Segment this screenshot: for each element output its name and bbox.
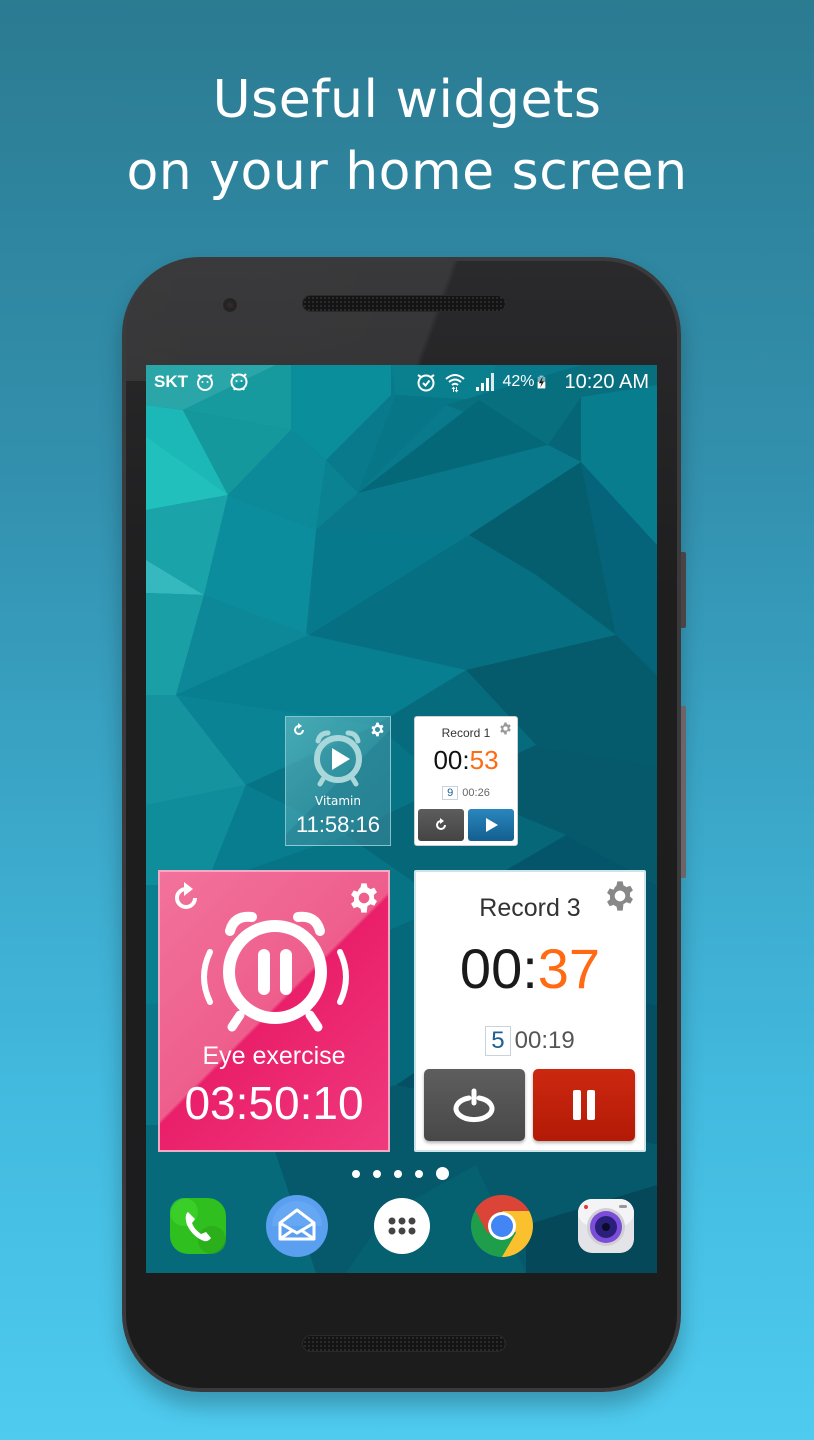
- status-bar: SKT 42% 10:20 AM: [146, 365, 657, 399]
- record3-pause-button[interactable]: [533, 1069, 635, 1141]
- record1-time: 00:53: [415, 745, 517, 776]
- play-icon: [486, 818, 498, 832]
- settings-icon[interactable]: [604, 880, 636, 912]
- signal-icon: [476, 373, 495, 391]
- dock-apps-drawer[interactable]: [371, 1195, 433, 1257]
- apps-grid-icon: [374, 1198, 430, 1254]
- headline-line-2: on your home screen: [126, 142, 688, 202]
- earpiece-speaker: [302, 295, 506, 312]
- record1-time-main: 00:: [433, 745, 470, 775]
- alarm-play-icon[interactable]: [308, 727, 368, 787]
- record3-lap-count: 5: [485, 1026, 511, 1056]
- status-clock: 10:20 AM: [564, 370, 649, 393]
- record3-lap-time: 00:19: [514, 1027, 575, 1054]
- record1-stopwatch-widget[interactable]: Record 1 00:53 9 00:26: [414, 716, 518, 846]
- record3-time-seconds: 37: [537, 937, 601, 1000]
- alarm-pause-icon[interactable]: [190, 907, 360, 1037]
- page-dot[interactable]: [352, 1169, 360, 1178]
- lap-reset-icon: [453, 1088, 495, 1123]
- alarm-clock-face-icon: [230, 373, 248, 391]
- power-button[interactable]: [681, 552, 686, 628]
- record3-time: 00:37: [416, 936, 644, 1001]
- settings-icon[interactable]: [499, 722, 512, 735]
- vitamin-timer-widget[interactable]: Vitamin 11:58:16: [285, 716, 391, 846]
- bottom-speaker: [302, 1335, 506, 1352]
- page-dot[interactable]: [394, 1169, 402, 1178]
- eye-exercise-timer-widget[interactable]: Eye exercise 03:50:10: [158, 870, 390, 1152]
- pause-icon: [573, 1090, 595, 1120]
- dock-phone-app[interactable]: [166, 1195, 228, 1257]
- dock-chrome-app[interactable]: [471, 1194, 533, 1257]
- eye-exercise-label: Eye exercise: [202, 1042, 346, 1070]
- record3-lap: 5 00:19: [416, 1026, 644, 1056]
- battery-percent: 42%: [502, 373, 535, 390]
- page-dot[interactable]: [415, 1169, 423, 1178]
- record1-reset-button[interactable]: [418, 809, 464, 841]
- page-dot[interactable]: [373, 1169, 381, 1178]
- record1-time-seconds: 53: [469, 745, 499, 775]
- headline: Useful widgets on your home screen: [0, 64, 814, 208]
- dock-camera-app[interactable]: [575, 1195, 637, 1257]
- camera-icon: [578, 1199, 634, 1253]
- record3-lap-reset-button[interactable]: [424, 1069, 525, 1141]
- app-dock: [146, 1194, 657, 1261]
- front-camera: [222, 297, 238, 313]
- page-dot-active[interactable]: [436, 1167, 449, 1180]
- vitamin-label: Vitamin: [315, 794, 361, 808]
- dock-email-app[interactable]: [266, 1195, 328, 1257]
- carrier-label: SKT: [154, 372, 188, 391]
- battery-charging-icon: [538, 375, 546, 389]
- eye-exercise-time: 03:50:10: [184, 1077, 364, 1129]
- record3-time-main: 00:: [459, 937, 538, 1000]
- alarm-clock-icon: [417, 374, 436, 392]
- settings-icon[interactable]: [370, 722, 385, 737]
- page-indicator[interactable]: [352, 1167, 449, 1180]
- reset-icon[interactable]: [292, 723, 306, 737]
- record1-lap-time: 00:26: [462, 787, 490, 799]
- alarm-timer-icon: [197, 374, 213, 391]
- home-screen: SKT 42% 10:20 AM Vitamin 11:58:16 Record…: [146, 365, 657, 1273]
- email-icon: [266, 1195, 328, 1257]
- phone-icon: [170, 1198, 226, 1254]
- vitamin-time: 11:58:16: [295, 812, 380, 837]
- record3-stopwatch-widget[interactable]: Record 3 00:37 5 00:19: [414, 870, 646, 1152]
- phone-sheen: [126, 261, 677, 381]
- reset-icon: [436, 818, 446, 830]
- wifi-icon: [445, 374, 466, 393]
- volume-button[interactable]: [681, 706, 686, 878]
- record1-lap: 9 00:26: [415, 786, 517, 800]
- record1-lap-count: 9: [442, 786, 459, 800]
- headline-line-1: Useful widgets: [212, 70, 602, 130]
- chrome-icon: [471, 1194, 533, 1257]
- record1-play-button[interactable]: [468, 809, 514, 841]
